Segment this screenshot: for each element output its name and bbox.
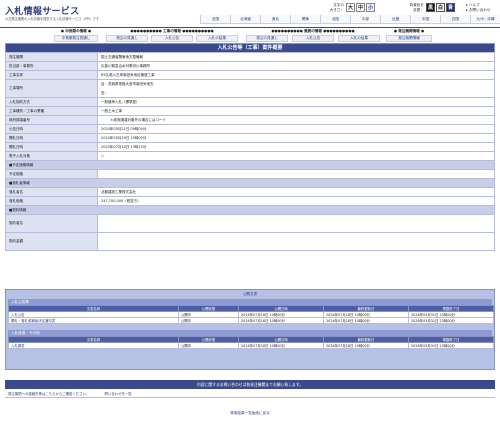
font-size-label: 文字の 大きさ：: [329, 3, 344, 12]
case-detail-table: 発注機関 国土交通省関東地方整備局 担当部・事務所 久慈川緊急治水対策河川事務所 工…: [5, 52, 495, 251]
bg-color-label: 背景色を 変更：: [409, 3, 424, 12]
site-header: 入札情報サービス 公共発注機関の入札情報を提供する入札情報サービス（PPI）です…: [0, 0, 500, 26]
case-detail-panel: 入札公告等（工事）案件概要 発注機関 国土交通省関東地方整備局 担当部・事務所 久慈…: [5, 43, 495, 251]
table-row: 電子入札対象 ○: [5, 151, 495, 161]
bg-blue-button[interactable]: 青: [446, 3, 455, 12]
site-subtitle: 公共発注機関の入札情報を提供する入札情報サービス（PPI）です: [5, 17, 100, 21]
nav-item-construction-notice[interactable]: 入札公告: [151, 35, 193, 42]
section-header-contract: ■契約情報: [5, 205, 495, 215]
nav-item-services-outlook[interactable]: 発注の見通し: [246, 35, 288, 42]
bg-white-button[interactable]: 白: [436, 3, 445, 12]
table-row: 開札・落札候補者決定通知書 公開中 2024年07月18日 10時00分 202…: [8, 317, 494, 324]
table-row: 開札日時 2024年05月29日 15時00分: [5, 133, 495, 143]
region-tabs: 全国 北海道 東北 関東 北陸 中部 近畿 中国 四国 九州・沖縄: [200, 15, 500, 24]
contact-links-row: 発注機関への連絡先等はこちらからご確認ください。 問い合わせ先一覧: [5, 391, 495, 398]
doc-link[interactable]: 入札調書: [8, 342, 179, 349]
region-tab-tohoku[interactable]: 東北: [260, 15, 290, 24]
back-to-results-link[interactable]: 検索結果一覧画面に戻る: [0, 411, 500, 416]
public-documents-panel: 公開文書 入札公告等 文書名称 公開状態 公開日時 最終更新日 掲載終了日 入札…: [5, 289, 495, 370]
table-row: 発注機関 国土交通省関東地方整備局: [5, 52, 495, 62]
nav-divider: [0, 27, 500, 28]
contact-notice-bar: 内容に関するお問い合わせは各発注機関までお願い致します。: [5, 380, 495, 389]
table-row: 工事種別／工事の業種 一般土木工事: [5, 106, 495, 116]
table-row: 入札契約方式 一般競争入札（標準型）: [5, 97, 495, 107]
region-tab-hokkaido[interactable]: 北海道: [230, 15, 260, 24]
font-size-medium-button[interactable]: 中: [356, 3, 365, 12]
doc-link[interactable]: 開札・落札候補者決定通知書: [8, 317, 179, 324]
nav-item-construction-results[interactable]: 入札の結果: [196, 35, 238, 42]
docs-table-notice: 文書名称 公開状態 公開日時 最終更新日 掲載終了日 入札公告 公開中 2024…: [8, 305, 494, 324]
nav-group-title-agencies: ● 発注機関情報 ●: [393, 29, 425, 33]
table-row: 落札者名 北都建設工業株式会社: [5, 187, 495, 197]
table-row: 開札日時 2024年07月10日 13時15分: [5, 142, 495, 152]
nav-item-longterm-outlook[interactable]: 中長期発注見通し: [54, 35, 98, 42]
contact-list-link[interactable]: 問い合わせ先一覧: [104, 392, 131, 396]
region-tab-chubu[interactable]: 中部: [350, 15, 380, 24]
nav-item-services-results[interactable]: 入札の結果: [338, 35, 380, 42]
table-row: 工事名称 R5久慈川左岸南田気地区築堤工事: [5, 70, 495, 80]
region-tab-hokuriku[interactable]: 北陸: [320, 15, 350, 24]
nav-item-construction-outlook[interactable]: 発注の見通し: [106, 35, 148, 42]
region-tab-chugoku[interactable]: 中国: [410, 15, 440, 24]
docs-table-other: 文書名称 公開状態 公開日時 最終更新日 掲載終了日 入札調書 公開中 2024…: [8, 336, 494, 349]
nav-item-services-notice[interactable]: 入札公告: [292, 35, 334, 42]
main-nav: ● 中長期の情報 ● 中長期発注見通し ●●●●●●●●●● 工事の情報 ●●●…: [46, 29, 500, 43]
help-links: ▸ ヘルプ ▸ お問い合わせ: [466, 3, 491, 13]
region-tab-kinki[interactable]: 近畿: [380, 15, 410, 24]
table-row: 公告日時 2024年05月21日 09時00分: [5, 124, 495, 134]
region-tab-shikoku[interactable]: 四国: [440, 15, 470, 24]
docs-title: 公開文書: [242, 292, 258, 296]
contact-link[interactable]: ▸ お問い合わせ: [466, 8, 491, 13]
section-header-winner: ■落札者情報: [5, 178, 495, 188]
nav-item-agency-info[interactable]: 発注機関情報: [386, 35, 432, 42]
table-row: 落札価格 247,700,000（税抜き）: [5, 196, 495, 206]
region-tab-kyushu[interactable]: 九州・沖縄: [470, 15, 500, 24]
font-size-small-button[interactable]: 小: [366, 3, 375, 12]
table-row: 契約金額: [5, 232, 495, 251]
agency-contact-link[interactable]: 発注機関への連絡先等はこちらからご確認ください。: [8, 392, 89, 396]
table-row: 契約者名: [5, 214, 495, 233]
table-row: 政府調達番号 ＊政府調達対象外の場合にはコード: [5, 115, 495, 125]
nav-group-title-construction: ●●●●●●●●●● 工事の情報 ●●●●●●●●●●: [130, 29, 214, 33]
bg-black-button[interactable]: 黒: [426, 3, 435, 12]
nav-group-title-longterm: ● 中長期の情報 ●: [60, 29, 92, 33]
region-tab-zenkoku[interactable]: 全国: [200, 15, 230, 24]
region-tab-kanto[interactable]: 関東: [290, 15, 320, 24]
font-size-large-button[interactable]: 大: [346, 3, 355, 12]
table-row: 入札調書 公開中 2024年07月18日 10時00分 2024年07月18日 …: [8, 342, 494, 349]
section-header-price: ■予定価格情報: [5, 160, 495, 170]
panel-title: 入札公告等（工事）案件概要: [5, 43, 495, 52]
table-row: 予定価格: [5, 169, 495, 179]
table-row: 工事場所 自：茨城県常陸大宮市南田気地先 至：: [5, 79, 495, 98]
table-row: 担当部・事務所 久慈川緊急治水対策河川事務所: [5, 61, 495, 71]
nav-group-title-services: ●●●●●●●●●● 業務の情報 ●●●●●●●●●●: [271, 29, 355, 33]
